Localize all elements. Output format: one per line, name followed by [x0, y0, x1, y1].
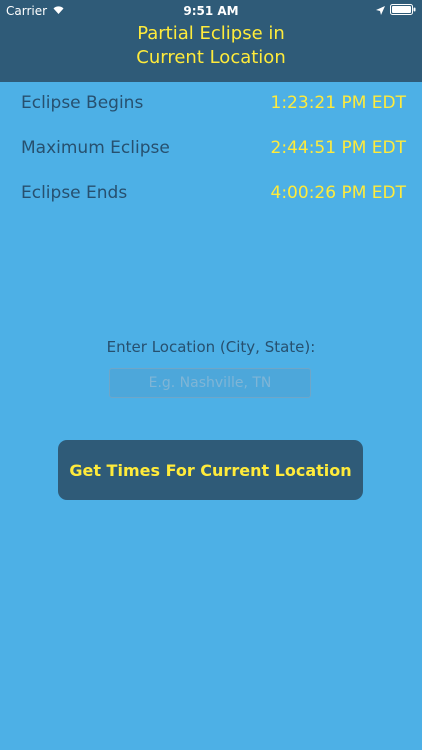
location-input[interactable] [109, 368, 311, 398]
maximum-eclipse-label: Maximum Eclipse [21, 138, 170, 158]
status-time: 9:51 AM [183, 4, 239, 18]
title-line-1: Partial Eclipse in [137, 23, 285, 44]
status-right [376, 4, 416, 18]
maximum-eclipse-time: 2:44:51 PM EDT [270, 138, 406, 158]
title-line-2: Current Location [136, 47, 286, 68]
eclipse-times-list: Eclipse Begins 1:23:21 PM EDT Maximum Ec… [0, 90, 422, 225]
eclipse-ends-label: Eclipse Ends [21, 183, 128, 203]
status-bar: Carrier 9:51 AM [0, 0, 422, 22]
eclipse-begins-time: 1:23:21 PM EDT [270, 93, 406, 113]
location-label: Enter Location (City, State): [106, 338, 316, 356]
location-arrow-icon [376, 4, 385, 18]
eclipse-begins-label: Eclipse Begins [21, 93, 144, 113]
page-title: Partial Eclipse in Current Location [0, 22, 422, 70]
eclipse-ends-time: 4:00:26 PM EDT [270, 183, 406, 203]
get-times-button-label: Get Times For Current Location [69, 460, 352, 480]
eclipse-ends-row: Eclipse Ends 4:00:26 PM EDT [0, 180, 422, 225]
maximum-eclipse-row: Maximum Eclipse 2:44:51 PM EDT [0, 135, 422, 180]
battery-icon [390, 4, 416, 18]
eclipse-begins-row: Eclipse Begins 1:23:21 PM EDT [0, 90, 422, 135]
get-times-button[interactable]: Get Times For Current Location [58, 440, 363, 500]
